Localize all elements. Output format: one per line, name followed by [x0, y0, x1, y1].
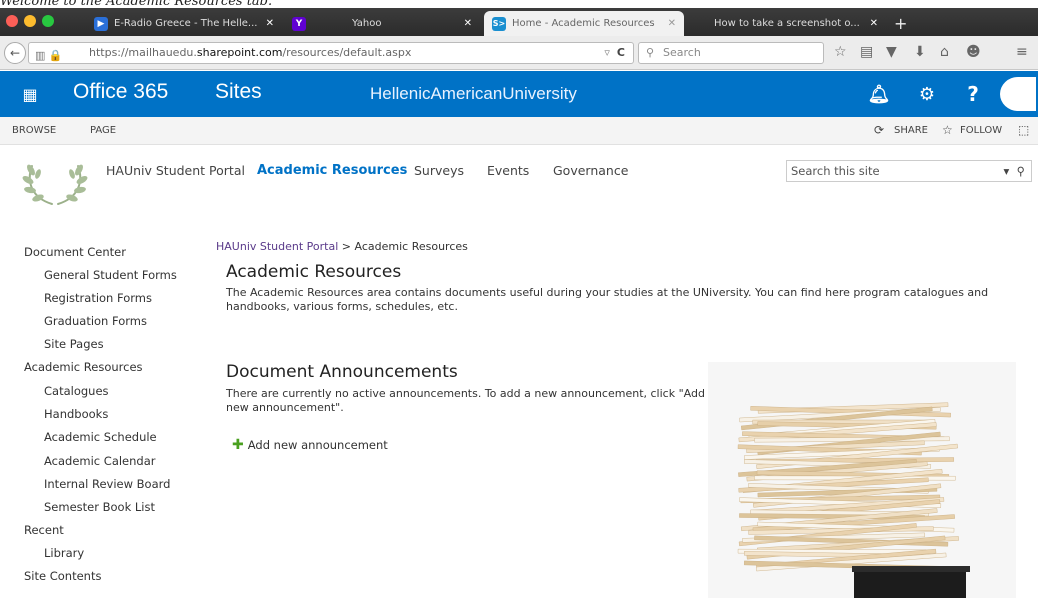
- notifications-bell-icon[interactable]: 🔔︎: [856, 71, 902, 117]
- leftnav-item[interactable]: Document Center: [24, 245, 126, 259]
- browser-search-input[interactable]: ⚲ Search: [638, 42, 824, 64]
- search-placeholder: Search: [663, 46, 701, 59]
- home-icon[interactable]: ⌂: [940, 44, 949, 60]
- url-domain: sharepoint.com: [196, 46, 283, 59]
- leftnav-item[interactable]: Graduation Forms: [44, 314, 147, 328]
- announcements-empty-text: There are currently no active announceme…: [226, 387, 705, 414]
- focus-content-icon[interactable]: ⬚: [1018, 123, 1029, 137]
- paper-stack-image: [708, 362, 1016, 598]
- close-tab-icon[interactable]: ✕: [870, 18, 878, 29]
- emoji-icon[interactable]: ☻: [966, 44, 981, 60]
- bookmark-star-icon[interactable]: ☆: [834, 44, 847, 60]
- leftnav-item[interactable]: Academic Resources: [24, 360, 143, 374]
- leftnav-item[interactable]: Registration Forms: [44, 291, 152, 305]
- leftnav-item[interactable]: Semester Book List: [44, 500, 155, 514]
- browser-nav-bar: ← ▥ 🔒 https://mailhauedu.sharepoint.com/…: [0, 36, 1038, 70]
- tab-label: How to take a screenshot o...: [714, 18, 860, 29]
- leftnav-item[interactable]: Internal Review Board: [44, 477, 170, 491]
- new-tab-icon[interactable]: +: [894, 14, 907, 33]
- leftnav-item[interactable]: Catalogues: [44, 384, 109, 398]
- app-launcher-icon[interactable]: ▦: [0, 71, 60, 117]
- close-window-icon[interactable]: [6, 15, 18, 27]
- download-icon[interactable]: ⬇: [914, 44, 926, 60]
- leftnav-item[interactable]: Recent: [24, 523, 64, 537]
- page-caption: Welcome to the Academic Resources tab.: [0, 0, 273, 9]
- share-button[interactable]: SHARE: [894, 125, 928, 136]
- settings-gear-icon[interactable]: ⚙: [904, 71, 950, 117]
- page-description: The Academic Resources area contains doc…: [226, 286, 989, 313]
- topnav-governance[interactable]: Governance: [553, 163, 628, 178]
- follow-button[interactable]: FOLLOW: [960, 125, 1002, 136]
- browser-tab-home-academic-resources[interactable]: S> Home - Academic Resources ✕: [484, 11, 684, 36]
- url-path: /resources/default.aspx: [282, 46, 412, 59]
- minimize-window-icon[interactable]: [24, 15, 36, 27]
- reload-icon[interactable]: ▿ C: [604, 43, 625, 63]
- follow-star-icon[interactable]: ☆: [942, 123, 953, 137]
- apple-icon: [694, 17, 708, 31]
- site-search-input[interactable]: Search this site ▾ ⚲: [786, 160, 1032, 182]
- sites-title[interactable]: Sites: [215, 80, 262, 104]
- tab-label: Home - Academic Resources: [512, 18, 655, 29]
- announcements-title[interactable]: Document Announcements: [226, 362, 458, 382]
- breadcrumb-link[interactable]: HAUniv Student Portal: [216, 240, 338, 253]
- plus-icon: ✚: [232, 437, 244, 453]
- browser-tab-screenshot[interactable]: How to take a screenshot o... ✕: [686, 11, 886, 36]
- search-icon: ⚲: [646, 46, 655, 59]
- site-search-placeholder: Search this site: [791, 164, 880, 178]
- address-bar[interactable]: ▥ 🔒 https://mailhauedu.sharepoint.com/re…: [28, 42, 634, 64]
- breadcrumb-separator: >: [338, 240, 355, 253]
- leftnav-item[interactable]: Academic Calendar: [44, 454, 156, 468]
- add-announcement-button[interactable]: ✚ Add new announcement: [232, 437, 388, 453]
- breadcrumb: HAUniv Student Portal > Academic Resourc…: [216, 240, 468, 253]
- close-tab-icon[interactable]: ✕: [464, 18, 472, 29]
- leftnav-item[interactable]: Library: [44, 546, 84, 560]
- sharepoint-icon: S>: [492, 16, 506, 31]
- leftnav-item[interactable]: General Student Forms: [44, 268, 177, 282]
- office365-title[interactable]: Office 365: [73, 80, 168, 104]
- zoom-window-icon[interactable]: [42, 15, 54, 27]
- yahoo-icon: Y: [292, 16, 306, 31]
- browser-tab-strip: ▶ E-Radio Greece - The Helle... ✕ Y Yaho…: [0, 8, 1038, 36]
- search-icon[interactable]: ▾ ⚲: [1003, 161, 1025, 181]
- leftnav-item[interactable]: Handbooks: [44, 407, 108, 421]
- leftnav-item[interactable]: Site Contents: [24, 569, 101, 583]
- pocket-icon[interactable]: ▼: [886, 44, 897, 60]
- leftnav-item[interactable]: Site Pages: [44, 337, 104, 351]
- lock-icon: ▥ 🔒: [35, 49, 63, 62]
- close-tab-icon[interactable]: ✕: [266, 18, 274, 29]
- back-icon[interactable]: ←: [4, 42, 26, 64]
- page-title: Academic Resources: [226, 262, 402, 282]
- ribbon-bar: BROWSE PAGE ⟳ SHARE ☆ FOLLOW ⬚: [0, 117, 1038, 145]
- ribbon-tab-page[interactable]: PAGE: [90, 125, 116, 136]
- browser-tab-eradio[interactable]: ▶ E-Radio Greece - The Helle... ✕: [86, 11, 282, 36]
- tab-label: E-Radio Greece - The Helle...: [114, 18, 258, 29]
- tab-label: Yahoo: [352, 18, 382, 29]
- leftnav-item[interactable]: Academic Schedule: [44, 430, 157, 444]
- topnav-student-portal[interactable]: HAUniv Student Portal: [106, 163, 245, 178]
- share-icon[interactable]: ⟳: [874, 123, 884, 137]
- ribbon-tab-browse[interactable]: BROWSE: [12, 125, 56, 136]
- help-icon[interactable]: ?: [950, 71, 996, 117]
- topnav-surveys[interactable]: Surveys: [414, 163, 464, 178]
- add-announcement-label: Add new announcement: [247, 438, 388, 452]
- close-tab-icon[interactable]: ✕: [668, 18, 676, 29]
- avatar[interactable]: [1000, 77, 1036, 111]
- reading-list-icon[interactable]: ▤: [860, 44, 873, 60]
- breadcrumb-current: Academic Resources: [354, 240, 468, 253]
- browser-tab-yahoo[interactable]: Y Yahoo ✕: [284, 11, 480, 36]
- topnav-academic-resources[interactable]: Academic Resources: [257, 163, 407, 178]
- url-prefix: https://mailhauedu.: [89, 46, 197, 59]
- site-logo[interactable]: [22, 160, 88, 208]
- menu-icon[interactable]: ≡: [1016, 44, 1028, 60]
- play-icon: ▶: [94, 16, 108, 31]
- o365-suite-bar: ▦ Office 365 Sites HellenicAmericanUnive…: [0, 71, 1038, 117]
- topnav-events[interactable]: Events: [487, 163, 529, 178]
- organization-name: HellenicAmericanUniversity: [370, 84, 577, 103]
